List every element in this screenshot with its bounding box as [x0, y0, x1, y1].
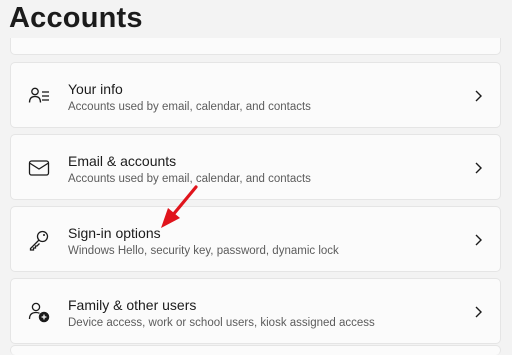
next-settings-card [10, 345, 501, 355]
add-person-icon [28, 301, 50, 323]
page-title: Accounts [9, 2, 143, 34]
settings-row-your-info[interactable]: Your info Accounts used by email, calend… [10, 62, 501, 128]
row-title: Sign-in options [68, 225, 161, 241]
row-subtitle: Device access, work or school users, kio… [68, 317, 375, 329]
settings-row-email-accounts[interactable]: Email & accounts Accounts used by email,… [10, 134, 501, 200]
settings-row-sign-in-options[interactable]: Sign-in options Windows Hello, security … [10, 206, 501, 272]
key-icon [28, 229, 50, 251]
row-title: Email & accounts [68, 153, 177, 169]
annotation-arrow-icon [158, 184, 206, 230]
row-title: Family & other users [68, 297, 197, 313]
chevron-right-icon [473, 305, 483, 319]
chevron-right-icon [473, 89, 483, 103]
row-title: Your info [68, 81, 123, 97]
row-subtitle: Windows Hello, security key, password, d… [68, 245, 339, 257]
row-subtitle: Accounts used by email, calendar, and co… [68, 101, 311, 113]
mail-icon [28, 157, 50, 179]
chevron-right-icon [473, 233, 483, 247]
person-info-icon [28, 85, 50, 107]
previous-settings-card [10, 38, 501, 55]
settings-row-family-other-users[interactable]: Family & other users Device access, work… [10, 278, 501, 344]
chevron-right-icon [473, 161, 483, 175]
